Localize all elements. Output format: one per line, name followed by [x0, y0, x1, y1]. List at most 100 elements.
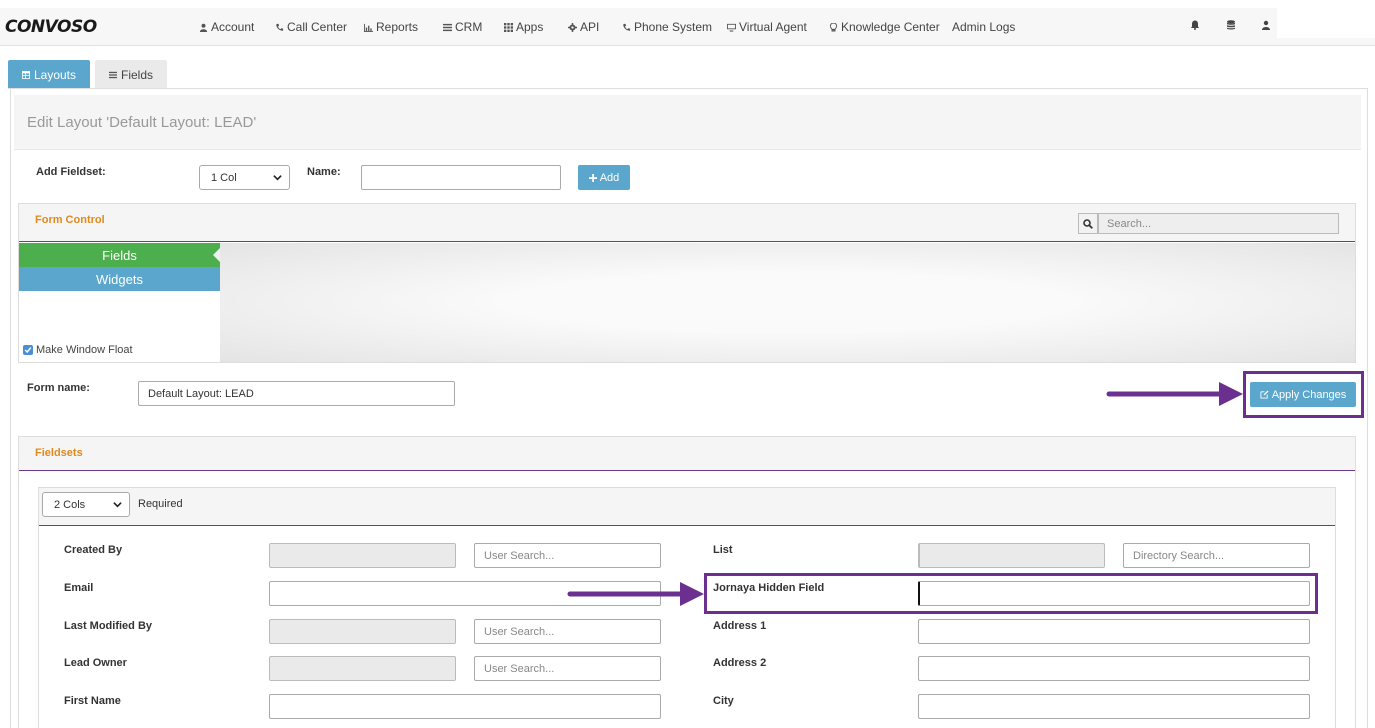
list-icon: [109, 71, 117, 78]
monitor-icon: [727, 23, 736, 32]
make-window-float-checkbox[interactable]: [23, 345, 33, 355]
nav-account-label: Account: [211, 20, 255, 34]
field-label-lead-owner: Lead Owner: [64, 657, 127, 669]
page-title: Edit Layout 'Default Layout: LEAD': [27, 114, 257, 131]
nav-virtual-agent[interactable]: Virtual Agent: [727, 20, 807, 34]
fieldset-name-label: Name:: [307, 166, 341, 178]
nav-account[interactable]: Account: [199, 20, 254, 34]
field-label-address-1: Address 1: [713, 620, 767, 632]
city-input[interactable]: [918, 694, 1310, 719]
edit-icon: [1260, 390, 1269, 399]
nav-admin-logs[interactable]: Admin Logs: [952, 20, 1015, 34]
widgets-toolbox-button[interactable]: Widgets: [19, 267, 220, 291]
list-icon: [443, 23, 452, 31]
form-control-title: Form Control: [35, 214, 105, 226]
bell-icon: [1191, 20, 1199, 30]
edit-layout-header: Edit Layout 'Default Layout: LEAD': [14, 95, 1361, 150]
form-control-search-input[interactable]: Search...: [1098, 213, 1339, 234]
add-fieldset-label: Add Fieldset:: [36, 166, 106, 178]
jornaya-hidden-field-input[interactable]: [918, 581, 1310, 606]
list-directory-search[interactable]: Directory Search...: [1123, 543, 1310, 568]
nav-knowledge-center-label: Knowledge Center: [841, 20, 940, 34]
apply-changes-label: Apply Changes: [1271, 388, 1347, 401]
created-by-input[interactable]: [269, 543, 456, 568]
plus-icon: [588, 173, 597, 182]
notifications-button[interactable]: [1190, 20, 1200, 30]
nav-reports[interactable]: Reports: [364, 20, 418, 34]
phone-icon: [623, 23, 631, 31]
chevron-down-icon: [273, 175, 282, 181]
field-label-created-by: Created By: [64, 544, 123, 556]
database-button[interactable]: [1226, 20, 1236, 30]
form-control-canvas[interactable]: [220, 243, 1355, 362]
user-icon: [1262, 20, 1270, 30]
form-name-input[interactable]: Default Layout: LEAD: [138, 381, 455, 406]
tab-fields[interactable]: Fields: [95, 60, 167, 89]
fieldset-columns-value: 1 Col: [211, 171, 237, 184]
first-name-input[interactable]: [269, 694, 661, 719]
add-fieldset-button[interactable]: Add: [578, 165, 630, 190]
navbar-blank-area: [1277, 8, 1375, 38]
fieldset-header: 2 Cols Required: [39, 488, 1335, 526]
field-label-city: City: [713, 695, 734, 707]
field-label-address-2: Address 2: [713, 657, 767, 669]
tab-layouts[interactable]: Layouts: [8, 60, 90, 89]
last-modified-by-user-search[interactable]: User Search...: [474, 619, 661, 644]
nav-reports-label: Reports: [376, 20, 419, 34]
make-window-float-toggle[interactable]: Make Window Float: [23, 344, 133, 356]
lightbulb-icon: [829, 22, 838, 32]
phone-icon: [276, 23, 284, 31]
top-navbar: CONVOSO Account Call Center Reports CRM …: [0, 8, 1375, 46]
fieldsets-title: Fieldsets: [35, 447, 83, 459]
add-fieldset-button-label: Add: [599, 171, 620, 184]
list-input[interactable]: [918, 543, 1105, 568]
fieldset-columns-select[interactable]: 1 Col: [199, 165, 290, 190]
table-icon: [22, 70, 30, 79]
top-spacer: [0, 0, 1375, 8]
lead-owner-input[interactable]: [269, 656, 456, 681]
chevron-down-icon: [113, 502, 122, 508]
field-label-last-modified-by: Last Modified By: [64, 620, 153, 632]
search-icon: [1083, 218, 1093, 229]
last-modified-by-input[interactable]: [269, 619, 456, 644]
field-label-first-name: First Name: [64, 695, 121, 707]
convoso-logo[interactable]: CONVOSO: [5, 17, 97, 37]
form-control-panel: Form Control Search... Fields Widgets Ma…: [18, 203, 1356, 363]
fieldset-cols-select[interactable]: 2 Cols: [42, 492, 130, 517]
bar-chart-icon: [364, 23, 373, 32]
form-control-header: Form Control Search...: [19, 204, 1355, 242]
nav-call-center-label: Call Center: [287, 20, 348, 34]
nav-crm-label: CRM: [455, 20, 483, 34]
address-2-input[interactable]: [918, 656, 1310, 681]
nav-crm[interactable]: CRM: [443, 20, 482, 34]
nav-apps[interactable]: Apps: [504, 20, 543, 34]
search-button[interactable]: [1078, 213, 1098, 234]
checkmark-icon: [24, 347, 32, 354]
fields-toolbox-button[interactable]: Fields: [19, 243, 221, 267]
grid-icon: [504, 22, 513, 32]
nav-apps-label: Apps: [516, 20, 544, 34]
created-by-user-search[interactable]: User Search...: [474, 543, 661, 568]
tab-fields-label: Fields: [120, 67, 153, 82]
fieldsets-header: Fieldsets: [19, 437, 1355, 471]
nav-api-label: API: [580, 20, 600, 34]
gear-icon: [568, 22, 577, 32]
nav-call-center[interactable]: Call Center: [275, 20, 347, 34]
fieldset-name-input[interactable]: [361, 165, 561, 190]
fieldset-cols-value: 2 Cols: [54, 498, 86, 511]
nav-phone-system[interactable]: Phone System: [622, 20, 712, 34]
lead-owner-user-search[interactable]: User Search...: [474, 656, 661, 681]
field-label-jornaya-hidden-field: Jornaya Hidden Field: [713, 582, 825, 594]
annotation-arrow-jornaya: [567, 582, 704, 606]
apply-changes-button[interactable]: Apply Changes: [1250, 382, 1356, 407]
nav-phone-system-label: Phone System: [634, 20, 713, 34]
tab-layouts-label: Layouts: [33, 67, 76, 82]
field-label-list: List: [713, 544, 733, 556]
fieldset-required-label: Required: [138, 498, 183, 510]
nav-api[interactable]: API: [568, 20, 599, 34]
user-icon: [199, 23, 208, 32]
database-icon: [1227, 20, 1235, 30]
address-1-input[interactable]: [918, 619, 1310, 644]
nav-knowledge-center[interactable]: Knowledge Center: [829, 20, 940, 34]
user-menu-button[interactable]: [1261, 20, 1271, 30]
